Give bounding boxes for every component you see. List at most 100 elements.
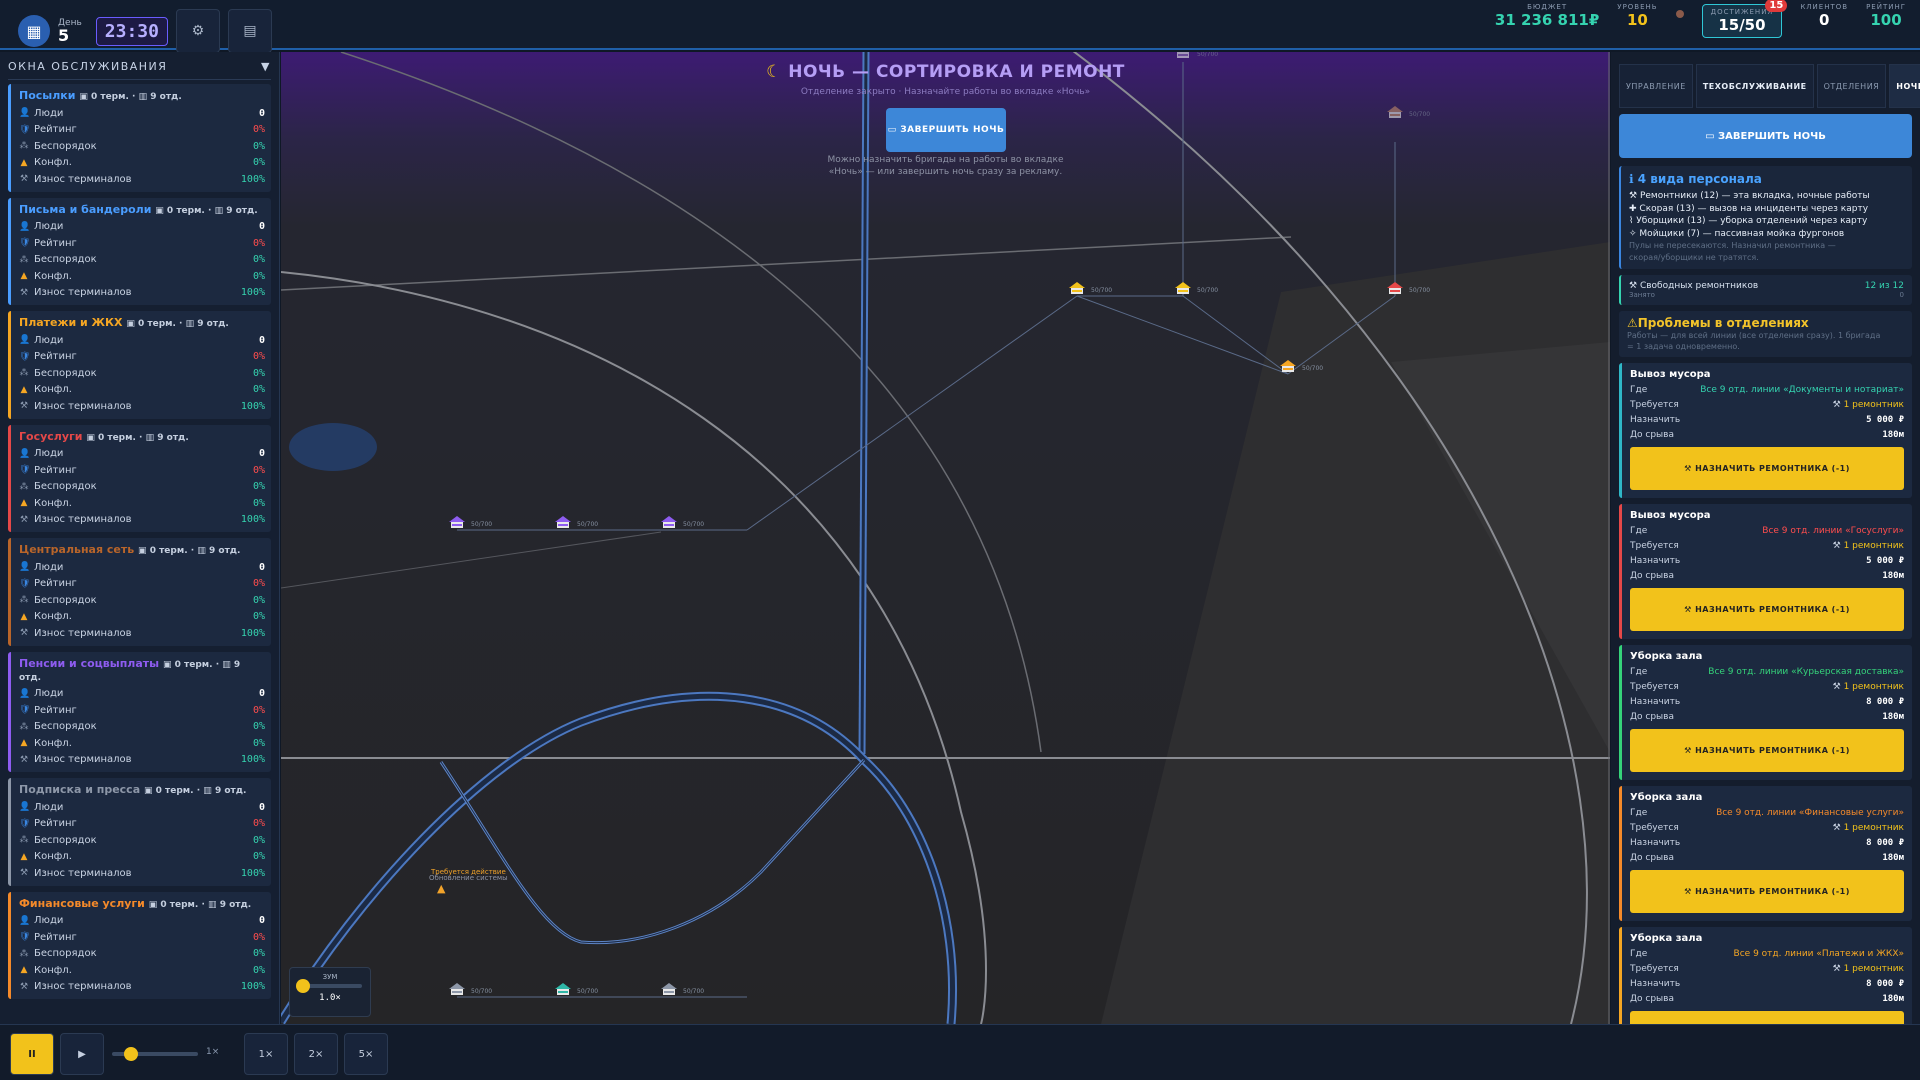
stat-value: 0% (252, 721, 265, 733)
staff-title: 4 вида персонала (1637, 172, 1762, 186)
assign-repairer-button[interactable]: ⚒ НАЗНАЧИТЬ РЕМОНТНИКА (-1) (1630, 588, 1904, 632)
staff-line-text: Скорая (13) — вызов на инциденты через к… (1639, 203, 1869, 214)
panel-header[interactable]: ОКНА ОБСЛУЖИВАНИЯ ▼ (8, 56, 271, 80)
calendar-icon: ▦ (18, 15, 50, 47)
stat-label: Износ терминалов (34, 400, 132, 412)
speed-2x-button[interactable]: 2× (294, 1033, 338, 1075)
branch-building-icon[interactable] (1175, 282, 1191, 296)
assign-repairer-button[interactable]: ⚒ НАЗНАЧИТЬ РЕМОНТНИКА (-1) (1630, 729, 1904, 773)
branch-building-icon[interactable] (661, 983, 677, 997)
stat-row: ⁂ Беспорядок 0% (19, 832, 266, 849)
warning-icon: ▲ (20, 157, 28, 168)
assign-repairer-button[interactable]: ⚒ НАЗНАЧИТЬ РЕМОНТНИКА (-1) (1630, 1011, 1904, 1024)
branch-building-icon[interactable] (555, 983, 571, 997)
stat-row: ▲ Конфл. 0% (19, 268, 265, 285)
city-map[interactable]: 50/700 50/700 50/700 50/700 50/700 50/700 50/7… (281, 52, 1610, 1024)
service-line-title: Платежи и ЖКХ ▣ 0 терм. · ▥ 9 отд. (19, 316, 265, 329)
tab-1[interactable]: ТЕХОБСЛУЖИВАНИЕ (1695, 64, 1814, 108)
building-icon: ▥ (222, 659, 231, 670)
branch-building-icon[interactable] (1069, 282, 1085, 296)
speed-1x-button[interactable]: 1× (244, 1033, 288, 1075)
stat-label: Износ терминалов (34, 173, 132, 185)
stat-label: Рейтинг (34, 464, 77, 476)
wrench-icon: ⚒ (19, 514, 29, 525)
settings-button[interactable]: ⚙ (175, 9, 220, 53)
mess-icon: ⁂ (19, 595, 29, 606)
zoom-slider-handle[interactable] (296, 979, 310, 993)
shield-icon: 🛡 (19, 705, 31, 716)
bottom-bar: II ▶ 1× 1× 2× 5× (0, 1024, 1920, 1080)
service-line-list: Посылки ▣ 0 терм. · ▥ 9 отд. 👤 Люди 0 🛡 Рейти… (8, 84, 271, 999)
service-line-card[interactable]: Подписка и пресса ▣ 0 терм. · ▥ 9 отд. 👤 Л… (8, 778, 271, 886)
stat-row: 👤 Люди 0 (19, 219, 265, 236)
staff-line: ⌇ Уборщики (13) — уборка отделений через… (1629, 215, 1904, 228)
warning-icon[interactable]: ▲ (437, 882, 445, 895)
task-label: Назначить (1630, 696, 1681, 707)
service-line-card[interactable]: Посылки ▣ 0 терм. · ▥ 9 отд. 👤 Люди 0 🛡 Рейти… (8, 84, 271, 192)
zoom-slider[interactable] (296, 979, 362, 993)
building-capacity-label: 50/700 (577, 988, 599, 995)
task-row: Назначить 8 000 ₽ (1630, 835, 1904, 850)
play-button[interactable]: ▶ (60, 1033, 104, 1075)
tab-3[interactable]: НОЧЬ (1889, 64, 1920, 108)
stat-value: 100% (240, 867, 265, 879)
achievements-button[interactable]: ДОСТИЖЕНИЯ 15/50 15 (1701, 0, 1788, 39)
stat-value: 0% (252, 818, 265, 830)
task-label: До срыва (1630, 570, 1674, 581)
assign-repairer-button[interactable]: ⚒ НАЗНАЧИТЬ РЕМОНТНИКА (-1) (1630, 870, 1904, 914)
stat-label: Беспорядок (34, 594, 97, 606)
chevron-down-icon[interactable]: ▼ (261, 60, 271, 73)
service-line-card[interactable]: Финансовые услуги ▣ 0 терм. · ▥ 9 отд. 👤 Л… (8, 891, 271, 999)
branch-building-icon[interactable] (1387, 282, 1403, 296)
service-line-card[interactable]: Центральная сеть ▣ 0 терм. · ▥ 9 отд. 👤 Лю… (8, 538, 271, 646)
branch-building-icon[interactable] (1280, 360, 1296, 374)
stat-label: Рейтинг (34, 578, 77, 590)
tab-0[interactable]: УПРАВЛЕНИЕ (1619, 64, 1693, 108)
branch-building-icon[interactable] (661, 516, 677, 530)
speed-slider[interactable] (112, 1047, 198, 1061)
speed-5x-button[interactable]: 5× (344, 1033, 388, 1075)
service-line-card[interactable]: Платежи и ЖКХ ▣ 0 терм. · ▥ 9 отд. 👤 Люди 0… (8, 311, 271, 419)
end-night-button[interactable]: ▭ ЗАВЕРШИТЬ НОЧЬ (886, 108, 1006, 152)
service-line-card[interactable]: Письма и бандероли ▣ 0 терм. · ▥ 9 отд. 👤… (8, 197, 271, 305)
branch-building-icon[interactable] (1387, 106, 1403, 120)
terminal-icon: ▣ (148, 899, 158, 910)
service-line-card[interactable]: Пенсии и соцвыплаты ▣ 0 терм. · ▥ 9 отд.… (8, 651, 271, 772)
stat-value: 0% (252, 578, 265, 590)
pause-button[interactable]: II (10, 1033, 54, 1075)
task-deadline: 180м (1882, 429, 1904, 440)
service-line-card[interactable]: Госуслуги ▣ 0 терм. · ▥ 9 отд. 👤 Люди 0 🛡 Рей… (8, 424, 271, 532)
building-icon: ▥ (145, 432, 155, 443)
staff-note: Пулы не пересекаются. Назначил ремонтник… (1629, 241, 1836, 251)
task-card: Уборка зала Где Все 9 отд. линии «Платежи… (1619, 927, 1912, 1024)
branch-building-icon[interactable] (1175, 52, 1191, 60)
task-row: Требуется ⚒ 1 ремонтник (1630, 397, 1904, 412)
assign-repairer-button[interactable]: ⚒ НАЗНАЧИТЬ РЕМОНТНИКА (-1) (1630, 447, 1904, 491)
speed-slider-handle[interactable] (124, 1047, 138, 1061)
terminals-count: 0 терм. · (90, 92, 136, 102)
stat-value: 0 (258, 915, 265, 927)
stats-button[interactable]: ▤ (227, 9, 272, 53)
branch-building-icon[interactable] (449, 516, 465, 530)
task-label: Назначить (1630, 837, 1681, 848)
problems-title: Проблемы в отделениях (1637, 315, 1809, 330)
branches-count: 9 отд. (214, 786, 247, 796)
branch-building-icon[interactable] (555, 516, 571, 530)
warning-icon: ▲ (20, 384, 28, 395)
assign-label: НАЗНАЧИТЬ РЕМОНТНИКА (-1) (1695, 605, 1850, 615)
game-clock: 23:30 (95, 16, 168, 46)
branches-count: 9 отд. (226, 205, 258, 216)
terminals-count: 0 терм. · (149, 546, 195, 556)
service-line-meta: ▣ 0 терм. · ▥ 9 отд. (86, 433, 188, 443)
stat-value: 0% (252, 481, 265, 493)
end-night-button-panel[interactable]: ▭ ЗАВЕРШИТЬ НОЧЬ (1619, 114, 1912, 158)
stat-value: 0% (252, 157, 265, 169)
branch-building-icon[interactable] (449, 983, 465, 997)
stat-row: 🛡 Рейтинг 0% (19, 349, 265, 366)
task-label: Где (1630, 384, 1648, 395)
stat-label: Беспорядок (34, 140, 97, 152)
task-need: 1 ремонтник (1843, 399, 1904, 410)
clients-value: 0 (1818, 10, 1830, 29)
service-line-meta: ▣ 0 терм. · ▥ 9 отд. (149, 900, 251, 910)
tab-2[interactable]: ОТДЕЛЕНИЯ (1816, 64, 1887, 108)
